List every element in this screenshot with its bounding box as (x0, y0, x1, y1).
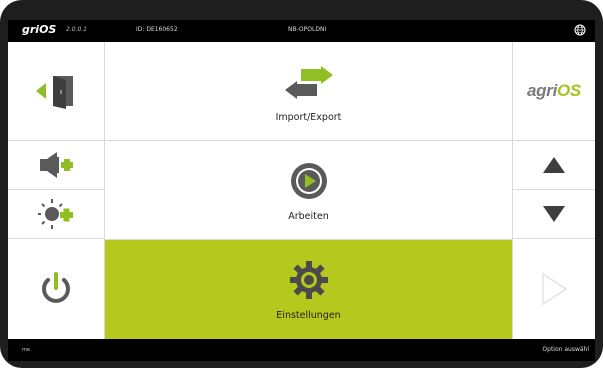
bottom-left-text: me (22, 347, 30, 353)
swap-arrows-icon (284, 66, 333, 99)
import-export-button[interactable]: Import/Export (105, 42, 512, 140)
gear-icon (289, 261, 328, 299)
device-id: ID: DE160652 (136, 26, 178, 33)
scroll-down-button[interactable] (513, 190, 595, 238)
app-logo: griOS (22, 23, 57, 36)
brightness-plus-icon (38, 199, 73, 229)
volume-up-button[interactable] (8, 141, 104, 189)
next-button[interactable] (513, 239, 595, 339)
bottom-bar: me Option auswähl (8, 339, 595, 361)
einstellungen-label: Einstellungen (276, 310, 341, 321)
exit-button[interactable] (8, 42, 104, 140)
volume-plus-icon (40, 152, 73, 178)
import-export-label: Import/Export (275, 112, 342, 123)
location-label: NB-OPOLDNI (288, 26, 327, 33)
status-bar: griOS 2.0.0.1 ID: DE160652 NB-OPOLDNI (8, 20, 595, 42)
power-icon (42, 272, 70, 303)
next-arrow-icon (542, 272, 568, 306)
arrow-up-icon (543, 157, 565, 173)
main-screen: Import/Export Arbeiten Einstellungen agr… (8, 42, 595, 339)
play-icon (290, 163, 327, 199)
power-button[interactable] (8, 239, 104, 339)
app-version: 2.0.0.1 (66, 26, 87, 33)
exit-door-icon (36, 76, 73, 109)
device-frame: griOS 2.0.0.1 ID: DE160652 NB-OPOLDNI Im… (0, 0, 603, 368)
arrow-down-icon (543, 206, 565, 222)
einstellungen-button[interactable]: Einstellungen (105, 240, 512, 339)
brightness-up-button[interactable] (8, 190, 104, 238)
globe-icon[interactable] (574, 24, 586, 36)
arbeiten-button[interactable]: Arbeiten (105, 141, 512, 239)
arbeiten-label: Arbeiten (288, 211, 329, 222)
bottom-hint-text: Option auswähl (542, 346, 589, 353)
agrios-logo: agriOS (527, 81, 581, 100)
scroll-up-button[interactable] (513, 141, 595, 189)
brand-panel: agriOS (513, 42, 595, 140)
